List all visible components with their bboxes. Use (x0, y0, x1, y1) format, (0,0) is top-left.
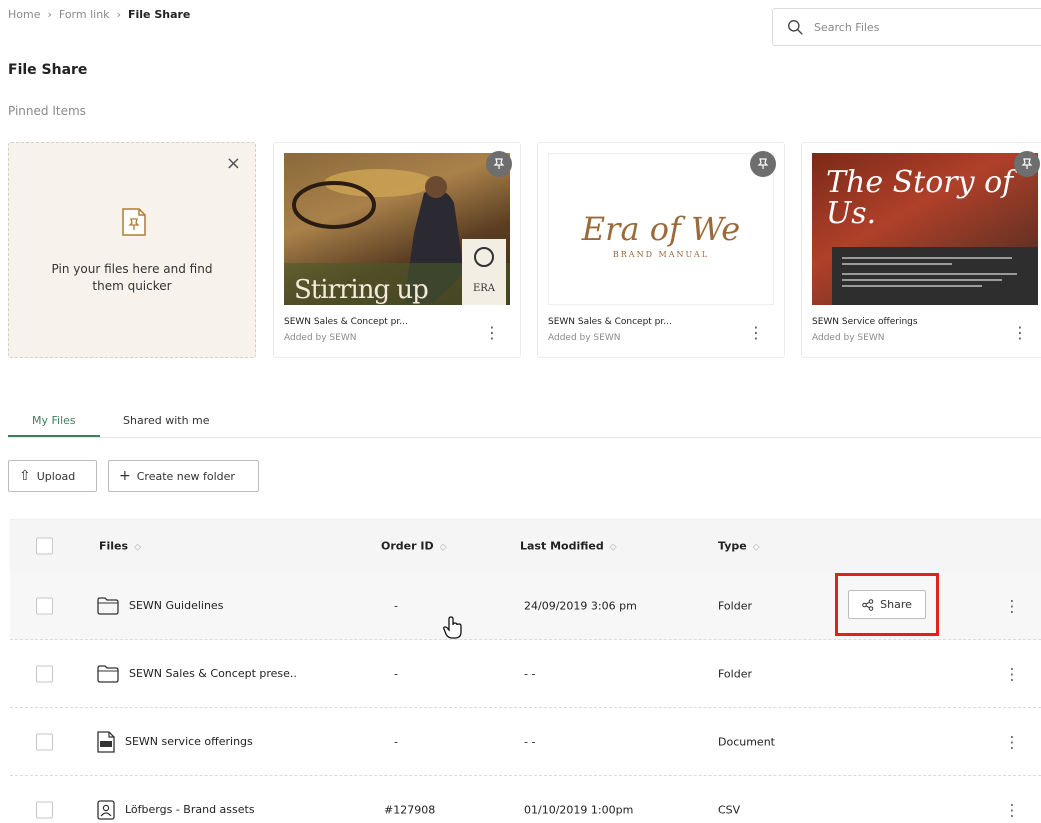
share-button[interactable]: Share (848, 590, 926, 619)
table-row[interactable]: Löfbergs - Brand assets #127908 01/10/20… (10, 776, 1041, 823)
pinned-file-name[interactable]: SEWN Service offerings (812, 317, 918, 327)
tab-shared-with-me[interactable]: Shared with me (123, 414, 210, 427)
column-header-order-id[interactable]: Order ID ◇ (381, 540, 447, 553)
row-checkbox[interactable] (36, 801, 53, 819)
hand-cursor-icon (443, 616, 462, 639)
svg-text:ERA: ERA (473, 283, 496, 294)
upload-button[interactable]: ⇧ Upload (8, 460, 97, 492)
file-thumbnail: Stirring up ERA (284, 153, 510, 305)
pinned-file-name[interactable]: SEWN Sales & Concept pr... (548, 317, 672, 327)
upload-icon: ⇧ (19, 468, 31, 484)
pin-icon[interactable] (1014, 151, 1040, 177)
sort-icon: ◇ (134, 542, 141, 553)
file-type: CSV (718, 803, 741, 817)
file-tabs: My Files Shared with me (8, 404, 1041, 438)
active-tab-indicator (8, 435, 100, 437)
file-type: Folder (718, 667, 752, 680)
pin-file-icon (122, 208, 146, 236)
file-type: Document (718, 735, 775, 748)
create-folder-button[interactable]: + Create new folder (108, 460, 259, 492)
file-name[interactable]: SEWN Sales & Concept prese.. (97, 664, 297, 683)
order-id: - (394, 599, 398, 612)
file-name[interactable]: SEWN service offerings (97, 730, 253, 753)
select-all-checkbox[interactable] (36, 537, 53, 555)
file-thumbnail: Era of We BRAND MANUAL (548, 153, 774, 305)
row-checkbox[interactable] (36, 597, 53, 614)
pinned-file-added-by: Added by SEWN (548, 333, 621, 343)
share-label: Share (880, 598, 912, 611)
breadcrumb-home[interactable]: Home (8, 8, 40, 21)
more-options-icon[interactable]: ⋮ (1004, 732, 1020, 751)
files-table: Files ◇ Order ID ◇ Last Modified ◇ Type ◇ SE… (10, 519, 1041, 823)
pinned-file-added-by: Added by SEWN (284, 333, 357, 343)
row-checkbox[interactable] (36, 733, 53, 750)
upload-label: Upload (36, 469, 76, 483)
thumbnail-subtitle: BRAND MANUAL (612, 250, 710, 259)
table-row[interactable]: SEWN Sales & Concept prese.. - - - Folde… (10, 640, 1041, 708)
create-folder-label: Create new folder (136, 469, 235, 483)
last-modified: - - (524, 667, 536, 680)
breadcrumb-form-link[interactable]: Form link (59, 8, 110, 21)
pin-drop-message: Pin your files here and find them quicke… (51, 262, 213, 293)
file-type: Folder (718, 599, 752, 612)
thumbnail-title: The Story of Us. (826, 165, 1014, 231)
breadcrumb: Home › Form link › File Share (8, 8, 190, 21)
share-icon (862, 598, 874, 611)
close-icon[interactable]: × (226, 155, 241, 173)
plus-icon: + (119, 468, 131, 484)
thumbnail-title: Stirring up (294, 275, 429, 305)
order-id: - (394, 667, 398, 680)
pin-icon[interactable] (750, 151, 776, 177)
search-box[interactable] (772, 8, 1041, 46)
search-input[interactable] (814, 20, 1014, 34)
more-options-icon[interactable]: ⋮ (1004, 801, 1020, 820)
logo-badge: ERA (462, 239, 506, 305)
chevron-right-icon: › (116, 8, 121, 21)
more-options-icon[interactable]: ⋮ (1012, 325, 1028, 341)
sort-icon: ◇ (439, 542, 447, 553)
last-modified: 01/10/2019 1:00pm (524, 803, 634, 817)
page-title: File Share (8, 62, 88, 78)
breadcrumb-current: File Share (127, 8, 191, 21)
file-name[interactable]: SEWN Guidelines (97, 596, 223, 615)
pin-icon[interactable] (486, 151, 512, 177)
file-name[interactable]: Löfbergs - Brand assets (97, 800, 255, 820)
column-header-last-modified[interactable]: Last Modified ◇ (520, 540, 617, 553)
last-modified: 24/09/2019 3:06 pm (524, 599, 637, 612)
tab-my-files[interactable]: My Files (32, 414, 76, 427)
thumbnail-title: Era of We (581, 210, 741, 248)
sort-icon: ◇ (752, 542, 760, 553)
table-header: Files ◇ Order ID ◇ Last Modified ◇ Type ◇ (10, 519, 1041, 572)
pinned-card[interactable]: Era of We BRAND MANUAL SEWN Sales & Conc… (537, 142, 785, 358)
pinned-file-added-by: Added by SEWN (812, 333, 885, 343)
column-header-files[interactable]: Files ◇ (99, 540, 141, 553)
more-options-icon[interactable]: ⋮ (1004, 596, 1020, 615)
pinned-items-label: Pinned Items (8, 104, 86, 118)
row-checkbox[interactable] (36, 665, 53, 682)
pinned-file-name[interactable]: SEWN Sales & Concept pr... (284, 317, 408, 327)
column-header-type[interactable]: Type ◇ (718, 540, 760, 553)
folder-icon (97, 596, 119, 615)
pdf-icon (97, 730, 115, 753)
table-row[interactable]: SEWN service offerings - - - Document ⋮ (10, 708, 1041, 776)
search-icon (788, 19, 803, 35)
order-id: - (394, 735, 398, 748)
chevron-right-icon: › (47, 8, 52, 21)
folder-icon (97, 664, 119, 683)
file-thumbnail: The Story of Us. (812, 153, 1038, 305)
thumbnail-text-panel (832, 247, 1038, 305)
pinned-card[interactable]: The Story of Us. SEWN Service offerings … (801, 142, 1041, 358)
last-modified: - - (524, 735, 536, 748)
order-id: #127908 (384, 803, 436, 817)
pin-drop-zone[interactable]: × Pin your files here and find them quic… (8, 142, 256, 358)
more-options-icon[interactable]: ⋮ (484, 325, 500, 341)
contact-file-icon (97, 800, 115, 820)
more-options-icon[interactable]: ⋮ (1004, 664, 1020, 683)
pinned-card[interactable]: Stirring up ERA SEWN Sales & Concept pr.… (273, 142, 521, 358)
sort-icon: ◇ (609, 542, 617, 553)
more-options-icon[interactable]: ⋮ (748, 325, 764, 341)
